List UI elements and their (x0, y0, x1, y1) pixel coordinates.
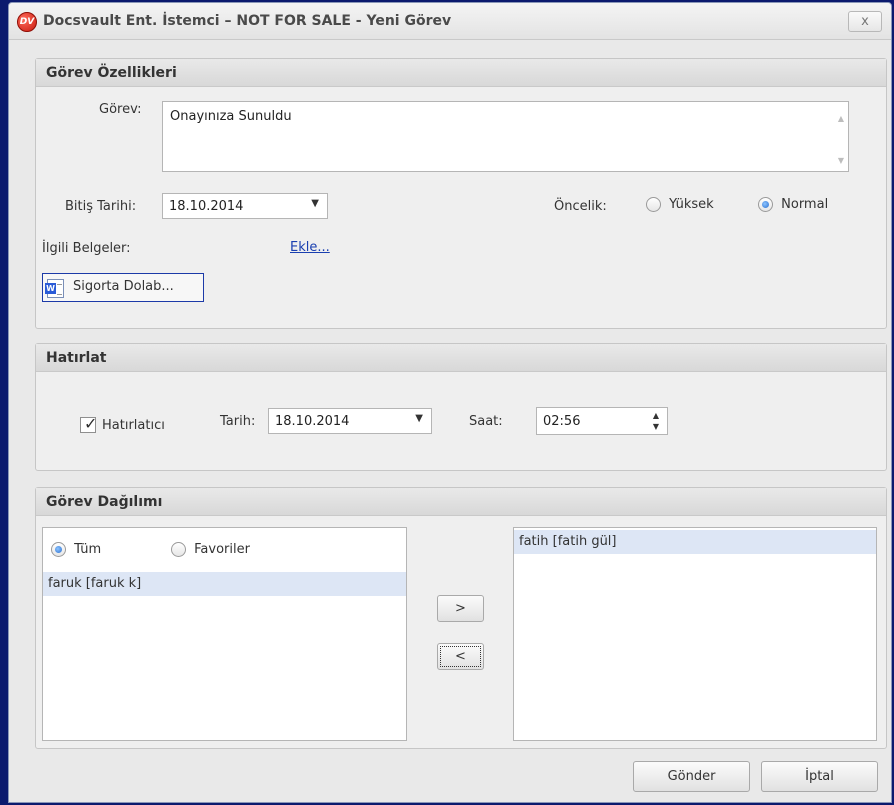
distribution-header: Görev Dağılımı (36, 488, 886, 516)
add-user-button[interactable]: > (437, 595, 484, 622)
available-user-item[interactable]: faruk [faruk k] (43, 572, 406, 596)
reminder-time-value: 02:56 (543, 414, 581, 429)
filter-favorites-label: Favoriler (194, 542, 250, 557)
spin-up-icon[interactable]: ▲ (653, 411, 659, 420)
radio-on-icon (758, 197, 773, 212)
send-button[interactable]: Gönder (633, 761, 750, 792)
title-bar[interactable]: DV Docsvault Ent. İstemci – NOT FOR SALE… (9, 3, 891, 40)
radio-off-icon (171, 542, 186, 557)
due-date-dropdown[interactable]: 18.10.2014 ▼ (162, 193, 328, 219)
reminder-group: Hatırlat ✓ Hatırlatıcı Tarih: 18.10.2014… (35, 343, 887, 471)
task-input[interactable]: Onayınıza Sunuldu ▲ ▼ (162, 101, 849, 172)
reminder-checkbox-label: Hatırlatıcı (102, 418, 165, 433)
priority-normal-label: Normal (781, 197, 829, 212)
filter-all-radio[interactable]: Tüm (51, 542, 101, 557)
close-button[interactable]: x (848, 11, 882, 32)
cancel-button[interactable]: İptal (761, 761, 878, 792)
window-title: Docsvault Ent. İstemci – NOT FOR SALE - … (43, 13, 452, 29)
attached-document[interactable]: Sigorta Dolab... (42, 273, 204, 302)
reminder-time-label: Saat: (469, 414, 503, 429)
available-users-list[interactable]: Tüm Favoriler faruk [faruk k] (42, 527, 407, 741)
due-date-label: Bitiş Tarihi: (65, 199, 137, 214)
task-label: Görev: (99, 102, 142, 117)
scroll-down-icon[interactable]: ▼ (838, 156, 844, 165)
filter-favorites-radio[interactable]: Favoriler (171, 542, 250, 557)
distribution-group: Görev Dağılımı Tüm Favoriler faruk [faru… (35, 487, 887, 749)
assigned-user-item[interactable]: fatih [fatih gül] (514, 530, 876, 554)
priority-label: Öncelik: (554, 199, 607, 214)
assigned-users-list[interactable]: fatih [fatih gül] (513, 527, 877, 741)
task-input-value: Onayınıza Sunuldu (170, 109, 292, 124)
add-document-link[interactable]: Ekle... (290, 240, 330, 255)
radio-off-icon (646, 197, 661, 212)
reminder-date-dropdown[interactable]: 18.10.2014 ▼ (268, 408, 432, 434)
word-document-icon (45, 279, 64, 298)
remove-user-button[interactable]: < (437, 643, 484, 670)
reminder-checkbox[interactable]: ✓ (80, 414, 98, 433)
radio-on-icon (51, 542, 66, 557)
task-properties-group: Görev Özellikleri Görev: Onayınıza Sunul… (35, 58, 887, 329)
priority-normal-radio[interactable]: Normal (758, 197, 828, 212)
chevron-down-icon: ▼ (415, 413, 423, 424)
related-documents-label: İlgili Belgeler: (42, 241, 131, 256)
priority-high-label: Yüksek (669, 197, 714, 212)
reminder-date-label: Tarih: (220, 414, 256, 429)
scroll-up-icon[interactable]: ▲ (838, 114, 844, 123)
task-properties-header: Görev Özellikleri (36, 59, 886, 87)
filter-all-label: Tüm (74, 542, 102, 557)
reminder-time-spinner[interactable]: 02:56 ▲ ▼ (536, 407, 668, 435)
new-task-dialog: DV Docsvault Ent. İstemci – NOT FOR SALE… (8, 2, 892, 803)
reminder-date-value: 18.10.2014 (275, 414, 350, 429)
reminder-header: Hatırlat (36, 344, 886, 372)
spin-down-icon[interactable]: ▼ (653, 422, 659, 431)
due-date-value: 18.10.2014 (169, 199, 244, 214)
priority-high-radio[interactable]: Yüksek (646, 197, 714, 212)
checkmark-icon: ✓ (84, 414, 98, 433)
chevron-down-icon: ▼ (311, 198, 319, 209)
docsvault-logo-icon: DV (17, 12, 37, 32)
attached-document-name: Sigorta Dolab... (73, 279, 174, 294)
